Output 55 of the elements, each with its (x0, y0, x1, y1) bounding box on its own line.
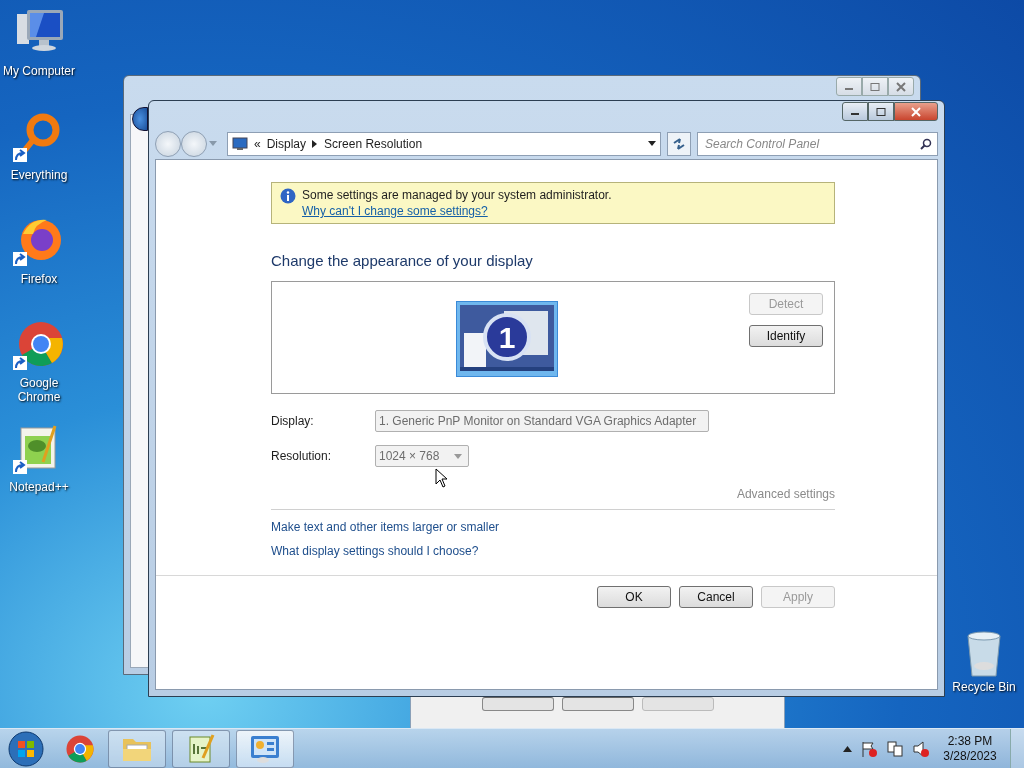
monitor-number: 1 (497, 320, 517, 356)
network-icon[interactable] (886, 739, 904, 758)
help-link[interactable]: Why can't I change some settings? (302, 204, 612, 218)
breadcrumb-item[interactable]: Display (266, 136, 307, 151)
maximize-icon (876, 107, 886, 116)
search-icon (920, 137, 932, 150)
help-link[interactable]: What display settings should I choose? (271, 544, 479, 558)
desktop-icon-label[interactable]: Google Chrome (0, 376, 78, 404)
control-panel-icon (249, 733, 281, 764)
close-icon (910, 106, 922, 117)
breadcrumb-item[interactable]: Screen Resolution (324, 136, 423, 151)
desktop-icon-label[interactable]: My Computer (0, 64, 78, 78)
dialog-button[interactable] (481, 697, 554, 711)
notepad-icon (187, 733, 215, 764)
close-button[interactable] (888, 77, 914, 96)
notice-text: Some settings are managed by your system administrator. (302, 188, 612, 202)
search-field[interactable]: Search Control Panel (697, 131, 938, 156)
close-button[interactable] (894, 102, 938, 121)
info-icon (280, 188, 296, 204)
section-heading: Change the appearance of your display (271, 252, 534, 269)
back-button[interactable] (132, 107, 148, 131)
clock[interactable]: 2:38 PM 3/28/2023 (938, 733, 1002, 764)
address-bar[interactable]: « Display Screen Resolution (227, 131, 661, 156)
maximize-button[interactable] (868, 102, 894, 121)
caret-up-icon[interactable] (843, 745, 852, 752)
dialog-button[interactable]: OK (597, 586, 671, 608)
field-label: Display: (271, 414, 315, 428)
monitor-icon (232, 136, 248, 151)
maximize-icon (870, 82, 880, 91)
refresh-button[interactable] (667, 131, 691, 156)
mouse-pointer-icon (435, 468, 448, 488)
field-label: Resolution: (271, 449, 333, 463)
close-icon (895, 81, 907, 92)
chevron-right-icon[interactable] (312, 139, 319, 148)
dropdown-caret-icon[interactable] (648, 141, 656, 146)
monitor-drawing[interactable] (456, 301, 558, 377)
flag-icon[interactable] (860, 739, 878, 758)
desktop-icon-label[interactable]: Everything (0, 168, 78, 182)
taskbar-button[interactable] (172, 729, 230, 768)
minimize-button[interactable] (842, 102, 868, 121)
speaker-muted-icon[interactable] (912, 739, 930, 758)
preview-button[interactable]: Identify (749, 325, 823, 347)
start-button[interactable] (6, 729, 46, 768)
desktop-icon-label[interactable]: Recycle Bin (945, 680, 1023, 694)
dialog-button[interactable]: Cancel (679, 586, 753, 608)
refresh-icon (672, 136, 686, 151)
taskbar-button[interactable] (108, 729, 166, 768)
dialog-button[interactable] (561, 697, 634, 711)
recycle-bin-icon (964, 630, 1004, 678)
desktop-icon-label[interactable]: Firefox (0, 272, 78, 286)
caret-icon (454, 453, 462, 459)
chrome-icon (64, 732, 96, 765)
breadcrumb-overflow[interactable]: « (254, 136, 261, 151)
taskbar-button[interactable] (236, 729, 294, 768)
help-link[interactable]: Make text and other items larger or smaller (271, 520, 500, 534)
